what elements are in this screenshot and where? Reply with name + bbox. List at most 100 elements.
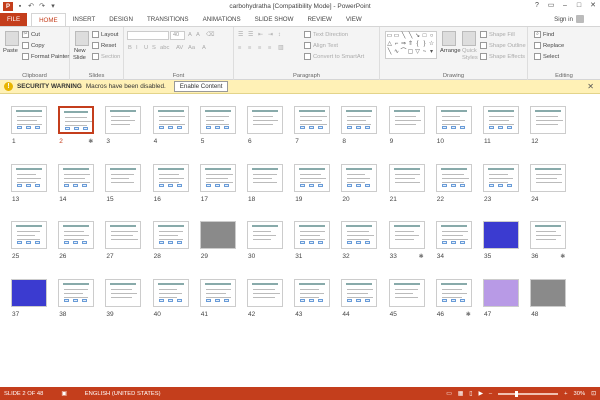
line-shape-icon[interactable]: ╲: [386, 48, 393, 56]
slide-thumbnail[interactable]: [530, 221, 567, 249]
text-direction-button[interactable]: Text Direction: [304, 31, 348, 38]
slide-thumbnail[interactable]: [483, 163, 519, 192]
shape-outline-button[interactable]: Shape Outline: [480, 42, 526, 49]
zoom-slider-thumb[interactable]: [515, 390, 519, 397]
shape-effects-button[interactable]: Shape Effects: [480, 53, 525, 60]
slide-thumbnail[interactable]: [530, 106, 567, 134]
zoom-level[interactable]: 30%: [574, 391, 586, 397]
slide-thumbnail[interactable]: [435, 221, 472, 249]
slide-thumbnail[interactable]: [294, 163, 331, 192]
rect-shape-icon[interactable]: ▭: [393, 32, 400, 40]
grow-font-icon[interactable]: A: [188, 32, 192, 38]
tab-animations[interactable]: ANIMATIONS: [196, 13, 248, 26]
zoom-in-icon[interactable]: +: [564, 391, 567, 397]
triangle-shape-icon[interactable]: △: [386, 40, 393, 48]
sign-in-link[interactable]: Sign in: [554, 13, 584, 26]
curve-shape-icon[interactable]: ~: [421, 48, 428, 56]
slide-thumbnail[interactable]: [11, 221, 47, 249]
section-button[interactable]: Section: [92, 53, 120, 60]
italic-icon[interactable]: I: [136, 45, 138, 51]
slide-thumbnail[interactable]: [152, 221, 189, 249]
bullets-icon[interactable]: ☰: [238, 32, 243, 38]
minimize-icon[interactable]: –: [558, 0, 572, 11]
close-icon[interactable]: ✕: [587, 82, 594, 91]
slide-thumbnail[interactable]: [388, 221, 425, 249]
slide-thumbnail[interactable]: [247, 163, 283, 192]
justify-icon[interactable]: ≡: [268, 45, 271, 51]
rect-shape-icon[interactable]: ▭: [386, 32, 393, 40]
slide-thumbnail[interactable]: [435, 163, 472, 192]
arrow-shape-icon[interactable]: ⇒: [400, 40, 407, 48]
increase-indent-icon[interactable]: ⇥: [268, 32, 273, 38]
shrink-font-icon[interactable]: A: [196, 32, 200, 38]
triangle-shape-icon[interactable]: ▽: [414, 48, 421, 56]
slide-thumbnail[interactable]: [388, 106, 425, 134]
brace-shape-icon[interactable]: {: [414, 40, 421, 48]
shape-fill-button[interactable]: Shape Fill: [480, 31, 515, 38]
fit-to-window-icon[interactable]: ⊡: [591, 391, 596, 397]
brace-shape-icon[interactable]: }: [421, 40, 428, 48]
new-slide-button[interactable]: New: [74, 48, 86, 54]
shapes-gallery[interactable]: ▭ ▭ ╲ ╲ ↘ □ ○ △ ⌐ ⇒ ⇑{} ☆ ╲ ∿ ⌒ ▢ ▽ ~ ▾: [385, 31, 437, 59]
font-size-box[interactable]: 40: [170, 31, 185, 40]
zoom-slider[interactable]: [498, 390, 559, 397]
slide-thumbnail[interactable]: [58, 106, 95, 134]
slideshow-view-icon[interactable]: ▶: [478, 391, 482, 397]
tab-review[interactable]: REVIEW: [300, 13, 338, 26]
line-spacing-icon[interactable]: ↕: [278, 32, 281, 38]
align-left-icon[interactable]: ≡: [238, 45, 241, 51]
slide-thumbnail[interactable]: [247, 106, 283, 134]
new-slide-dropdown[interactable]: Slide: [73, 55, 86, 61]
tab-file[interactable]: FILE: [0, 13, 28, 26]
change-case-icon[interactable]: Aa: [188, 45, 195, 51]
bold-icon[interactable]: B: [128, 45, 132, 51]
slide-sorter-view-icon[interactable]: ▦: [458, 391, 463, 397]
spellcheck-icon[interactable]: ▣: [61, 391, 66, 397]
tab-slide-show[interactable]: SLIDE SHOW: [248, 13, 301, 26]
slide-thumbnail[interactable]: [388, 278, 425, 307]
decrease-indent-icon[interactable]: ⇤: [258, 32, 263, 38]
char-spacing-icon[interactable]: AV: [176, 45, 183, 51]
slide-thumbnail[interactable]: [341, 221, 378, 249]
slide-thumbnail[interactable]: [294, 278, 331, 307]
slide-thumbnail[interactable]: [247, 278, 283, 307]
tab-transitions[interactable]: TRANSITIONS: [140, 13, 196, 26]
slide-thumbnail[interactable]: [483, 106, 519, 134]
new-slide-icon[interactable]: [75, 31, 89, 46]
slide-thumbnail[interactable]: [199, 278, 236, 307]
line-shape-icon[interactable]: ╲: [400, 32, 407, 40]
slide-thumbnail[interactable]: [105, 106, 142, 134]
slide-thumbnail[interactable]: [247, 221, 283, 249]
slide-thumbnail[interactable]: [294, 221, 331, 249]
copy-button[interactable]: Copy: [22, 42, 45, 49]
tab-insert[interactable]: INSERT: [66, 13, 103, 26]
select-button[interactable]: Select: [534, 53, 559, 60]
slide-thumbnail[interactable]: [199, 221, 236, 249]
close-icon[interactable]: ✕: [586, 0, 600, 11]
redo-icon[interactable]: ↷: [38, 3, 46, 11]
customize-qat-icon[interactable]: ▾: [49, 3, 57, 11]
star-shape-icon[interactable]: ☆: [428, 40, 435, 48]
align-center-icon[interactable]: ≡: [248, 45, 251, 51]
zoom-out-icon[interactable]: –: [489, 391, 492, 397]
normal-view-icon[interactable]: ▭: [446, 391, 451, 397]
ribbon-display-icon[interactable]: ▭: [544, 0, 558, 11]
find-button[interactable]: ⌕ Find: [534, 31, 554, 38]
columns-icon[interactable]: ▥: [278, 45, 283, 51]
language-indicator[interactable]: ENGLISH (UNITED STATES): [85, 391, 161, 397]
slide-thumbnail[interactable]: [152, 278, 189, 307]
maximize-icon[interactable]: □: [572, 0, 586, 11]
arrange-icon[interactable]: [442, 31, 456, 46]
cut-button[interactable]: ✂ Cut: [22, 31, 40, 38]
line-shape-icon[interactable]: ⌐: [393, 40, 400, 48]
slide-thumbnail[interactable]: [435, 106, 472, 134]
strikethrough-icon[interactable]: abc: [160, 45, 169, 51]
slide-thumbnail[interactable]: [152, 106, 189, 134]
font-name-box[interactable]: [127, 31, 169, 40]
enable-content-button[interactable]: Enable Content: [173, 81, 229, 92]
slide-thumbnail[interactable]: [105, 221, 142, 249]
slide-thumbnail[interactable]: [483, 278, 519, 307]
tab-view[interactable]: VIEW: [339, 13, 369, 26]
tab-design[interactable]: DESIGN: [102, 13, 140, 26]
slide-thumbnail[interactable]: [105, 278, 142, 307]
